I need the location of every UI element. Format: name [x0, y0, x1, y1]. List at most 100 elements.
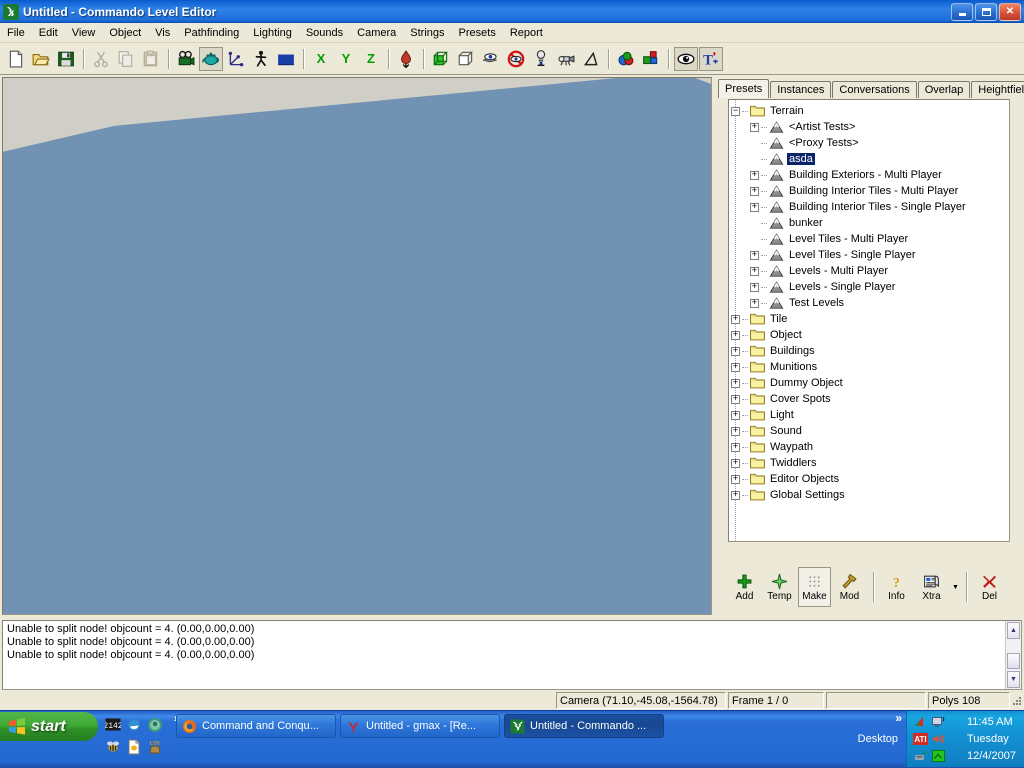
volume-icon[interactable] [931, 732, 946, 747]
menu-item-vis[interactable]: Vis [148, 25, 177, 41]
menu-item-camera[interactable]: Camera [350, 25, 403, 41]
desktop-label[interactable]: Desktop [858, 733, 898, 745]
expand-toggle-icon[interactable]: + [750, 123, 759, 132]
panel-button-add[interactable]: Add [728, 567, 761, 607]
tree-item[interactable]: <Proxy Tests> [729, 135, 1009, 151]
scroll-down-button[interactable]: ▼ [1007, 671, 1020, 688]
tree-item[interactable]: +Global Settings [729, 487, 1009, 503]
task-button[interactable]: Untitled - Commando ... [504, 714, 664, 738]
menu-item-file[interactable]: File [0, 25, 32, 41]
menu-item-pathfinding[interactable]: Pathfinding [177, 25, 246, 41]
tree-item[interactable]: +Twiddlers [729, 455, 1009, 471]
tree-item[interactable]: +Dummy Object [729, 375, 1009, 391]
expand-toggle-icon[interactable]: + [731, 443, 740, 452]
expand-toggle-icon[interactable]: + [731, 411, 740, 420]
tree-item[interactable]: +Buildings [729, 343, 1009, 359]
bee-icon[interactable] [104, 738, 122, 756]
safely-remove-icon[interactable] [913, 749, 928, 764]
expand-toggle-icon[interactable]: + [731, 427, 740, 436]
text-tool-icon[interactable]: T [699, 47, 723, 71]
expand-toggle-icon[interactable]: + [750, 251, 759, 260]
menu-item-edit[interactable]: Edit [32, 25, 65, 41]
scroll-up-button[interactable]: ▲ [1007, 622, 1020, 639]
expand-toggle-icon[interactable]: + [731, 395, 740, 404]
task-button[interactable]: Untitled - gmax - [Re... [340, 714, 500, 738]
tab-instances[interactable]: Instances [770, 81, 831, 98]
tree-item[interactable]: −Terrain [729, 103, 1009, 119]
axis-icon[interactable] [224, 47, 248, 71]
tree-item[interactable]: Level Tiles - Multi Player [729, 231, 1009, 247]
angle-icon[interactable] [579, 47, 603, 71]
task-button[interactable]: Command and Conqu... [176, 714, 336, 738]
walk-icon[interactable] [249, 47, 273, 71]
menu-item-sounds[interactable]: Sounds [299, 25, 350, 41]
expand-toggle-icon[interactable]: + [731, 379, 740, 388]
tree-item[interactable]: asda [729, 151, 1009, 167]
expand-toggle-icon[interactable]: + [731, 491, 740, 500]
expand-toggle-icon[interactable]: + [750, 283, 759, 292]
save-icon[interactable] [54, 47, 78, 71]
tree-item[interactable]: +Building Interior Tiles - Single Player [729, 199, 1009, 215]
panel-button-make[interactable]: Make [798, 567, 831, 607]
tree-item[interactable]: +Editor Objects [729, 471, 1009, 487]
document-icon[interactable] [125, 738, 143, 756]
z-axis-label[interactable]: Z [359, 47, 383, 71]
minimize-button[interactable] [951, 3, 973, 21]
menu-item-object[interactable]: Object [102, 25, 148, 41]
scroll-track[interactable] [1006, 640, 1021, 652]
box-icon[interactable] [454, 47, 478, 71]
collapse-toggle-icon[interactable]: − [731, 107, 740, 116]
tree-item[interactable]: +Tile [729, 311, 1009, 327]
tree-item[interactable]: +Levels - Multi Player [729, 263, 1009, 279]
expand-toggle-icon[interactable]: + [750, 171, 759, 180]
internet-explorer-icon[interactable] [125, 716, 143, 734]
tree-item[interactable]: +Sound [729, 423, 1009, 439]
tab-presets[interactable]: Presets [718, 79, 769, 98]
bf2142-icon[interactable]: 2142 [104, 716, 122, 734]
panel-button-del[interactable]: Del [973, 567, 1006, 607]
tab-overlap[interactable]: Overlap [918, 81, 971, 98]
new-icon[interactable] [4, 47, 28, 71]
network-icon[interactable] [913, 715, 928, 730]
civ-icon[interactable]: CIV [146, 738, 164, 756]
expand-toggle-icon[interactable]: + [750, 267, 759, 276]
eye-icon[interactable] [674, 47, 698, 71]
ati-icon[interactable]: ATI [913, 732, 928, 747]
terrain-icon[interactable] [274, 47, 298, 71]
tree-item[interactable]: +Building Exteriors - Multi Player [729, 167, 1009, 183]
camera-icon[interactable] [174, 47, 198, 71]
drop-to-ground-icon[interactable] [394, 47, 418, 71]
lightbulb-icon[interactable] [529, 47, 553, 71]
tree-item[interactable]: +<Artist Tests> [729, 119, 1009, 135]
panel-button-info[interactable]: ?Info [880, 567, 913, 607]
tree-item[interactable]: +Cover Spots [729, 391, 1009, 407]
output-log-panel[interactable]: Unable to split node! objcount = 4. (0.0… [2, 620, 1022, 690]
expand-toggle-icon[interactable]: + [731, 363, 740, 372]
tree-item[interactable]: +Levels - Single Player [729, 279, 1009, 295]
3d-viewport[interactable] [2, 77, 712, 615]
open-icon[interactable] [29, 47, 53, 71]
projector-icon[interactable] [554, 47, 578, 71]
display-icon[interactable] [931, 715, 946, 730]
tab-conversations[interactable]: Conversations [832, 81, 916, 98]
tree-item[interactable]: +Munitions [729, 359, 1009, 375]
menu-item-view[interactable]: View [65, 25, 103, 41]
expand-toggle-icon[interactable]: + [731, 475, 740, 484]
teapot-icon[interactable] [199, 47, 223, 71]
expand-toggle-icon[interactable]: + [750, 299, 759, 308]
log-scrollbar[interactable]: ▲ ▼ [1005, 621, 1021, 689]
panel-button-mod[interactable]: Mod [833, 567, 866, 607]
tab-heightfield[interactable]: Heightfield [971, 81, 1024, 98]
cubes-icon[interactable] [639, 47, 663, 71]
expand-toggle-icon[interactable]: + [731, 459, 740, 468]
resize-grip[interactable] [1010, 695, 1022, 707]
menu-item-presets[interactable]: Presets [452, 25, 503, 41]
wireframe-green-icon[interactable] [429, 47, 453, 71]
tasks-overflow-icon[interactable]: » [895, 711, 902, 725]
tree-item[interactable]: +Waypath [729, 439, 1009, 455]
network-activity-icon[interactable] [931, 749, 946, 764]
no-vis-icon[interactable] [504, 47, 528, 71]
vis-points-icon[interactable] [479, 47, 503, 71]
panel-button-xtra[interactable]: Xtra [915, 567, 948, 607]
color-spheres-icon[interactable] [614, 47, 638, 71]
